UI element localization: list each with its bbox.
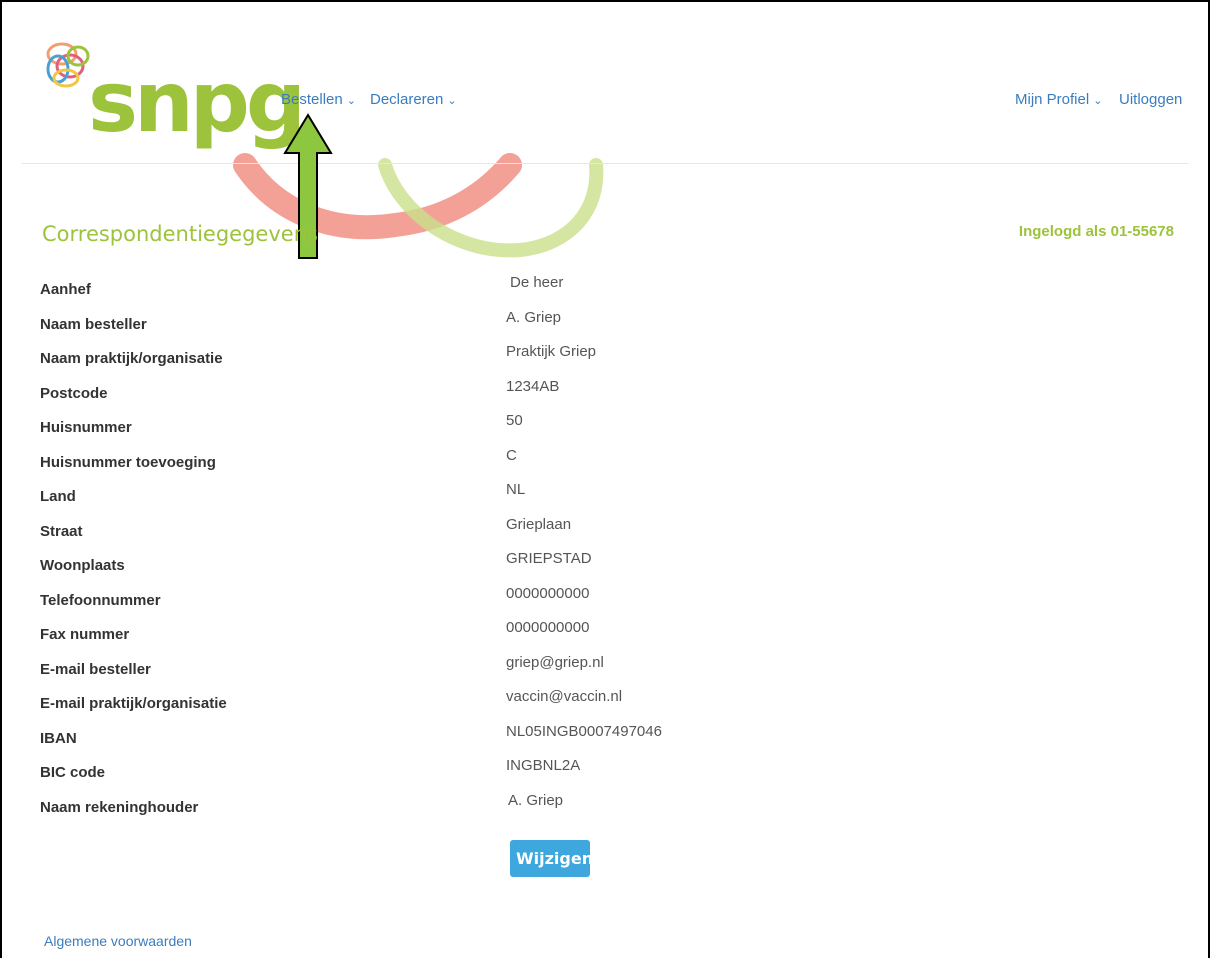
detail-label: BIC code — [40, 764, 106, 781]
nav-bestellen-label: Bestellen — [281, 91, 343, 108]
detail-label: Naam besteller — [40, 315, 147, 333]
detail-label: E-mail praktijk/organisatie — [40, 695, 227, 712]
details-list: Aanhef De heer Naam besteller A. Griep N… — [40, 270, 940, 822]
detail-row-straat: Straat Grieplaan — [40, 512, 940, 547]
detail-label: Fax nummer — [40, 626, 130, 643]
logged-in-status: Ingelogd als 01-55678 — [1018, 223, 1174, 240]
detail-label: E-mail besteller — [40, 660, 151, 678]
detail-row-woonplaats: Woonplaats GRIEPSTAD — [40, 546, 940, 581]
detail-label: IBAN — [40, 729, 77, 747]
detail-value: 0000000000 — [506, 584, 590, 602]
detail-label: Woonplaats — [40, 557, 125, 574]
nav-bestellen[interactable]: Bestellen ⌄ — [281, 91, 356, 108]
detail-row-postcode: Postcode 1234AB — [40, 374, 940, 409]
nav-mijn-profiel-label: Mijn Profiel — [1015, 91, 1090, 108]
detail-label: Naam rekeninghouder — [40, 798, 199, 816]
detail-row-naam-besteller: Naam besteller A. Griep — [40, 305, 940, 340]
detail-row-telefoonnummer: Telefoonnummer 0000000000 — [40, 581, 940, 616]
wijzigen-button[interactable]: Wijzigen — [510, 840, 593, 877]
detail-label: Aanhef — [40, 281, 91, 298]
detail-value: De heer — [510, 274, 564, 291]
detail-value: INGBNL2A — [506, 757, 581, 774]
detail-value: A. Griep — [508, 791, 564, 809]
detail-value: A. Griep — [506, 308, 562, 326]
nav-uitloggen-label: Uitloggen — [1119, 91, 1183, 108]
detail-value: vaccin@vaccin.nl — [506, 688, 623, 705]
detail-row-fax-nummer: Fax nummer 0000000000 — [40, 615, 940, 650]
detail-row-huisnummer-toevoeging: Huisnummer toevoeging C — [40, 443, 940, 478]
detail-label: Huisnummer — [40, 419, 132, 436]
nav-declareren-label: Declareren — [370, 91, 444, 108]
detail-value: 0000000000 — [506, 619, 590, 636]
detail-value: NL05INGB0007497046 — [506, 722, 662, 740]
detail-label: Huisnummer toevoeging — [40, 453, 216, 471]
detail-value: griep@griep.nl — [506, 653, 604, 671]
header-divider — [22, 163, 1188, 164]
detail-value: Grieplaan — [506, 515, 572, 533]
detail-label: Land — [40, 488, 76, 505]
detail-label: Postcode — [40, 384, 108, 402]
detail-row-email-praktijk: E-mail praktijk/organisatie vaccin@vacci… — [40, 684, 940, 719]
detail-value: NL — [506, 481, 526, 498]
detail-value: 50 — [506, 412, 523, 429]
detail-row-email-besteller: E-mail besteller griep@griep.nl — [40, 650, 940, 685]
nav-uitloggen[interactable]: Uitloggen — [1119, 91, 1182, 108]
nav-mijn-profiel[interactable]: Mijn Profiel ⌄ — [1015, 91, 1102, 108]
detail-label: Naam praktijk/organisatie — [40, 350, 223, 367]
detail-label: Straat — [40, 522, 83, 540]
detail-row-naam-praktijk: Naam praktijk/organisatie Praktijk Griep — [40, 339, 940, 374]
page-title: Correspondentiegegevens — [42, 222, 318, 246]
logo[interactable]: snpg — [88, 60, 306, 144]
detail-row-bic-code: BIC code INGBNL2A — [40, 753, 940, 788]
chevron-down-icon: ⌄ — [447, 95, 457, 107]
detail-value: GRIEPSTAD — [506, 550, 592, 567]
detail-value: C — [506, 446, 517, 464]
detail-value: Praktijk Griep — [506, 343, 597, 360]
nav-declareren[interactable]: Declareren ⌄ — [370, 91, 457, 108]
detail-row-iban: IBAN NL05INGB0007497046 — [40, 719, 940, 754]
detail-row-naam-rekeninghouder: Naam rekeninghouder A. Griep — [40, 788, 940, 823]
detail-row-huisnummer: Huisnummer 50 — [40, 408, 940, 443]
detail-label: Telefoonnummer — [40, 591, 161, 609]
detail-row-aanhef: Aanhef De heer — [40, 270, 940, 305]
detail-row-land: Land NL — [40, 477, 940, 512]
detail-value: 1234AB — [506, 377, 560, 395]
chevron-down-icon: ⌄ — [346, 95, 356, 107]
terms-link[interactable]: Algemene voorwaarden — [44, 933, 192, 949]
chevron-down-icon: ⌄ — [1093, 95, 1103, 107]
